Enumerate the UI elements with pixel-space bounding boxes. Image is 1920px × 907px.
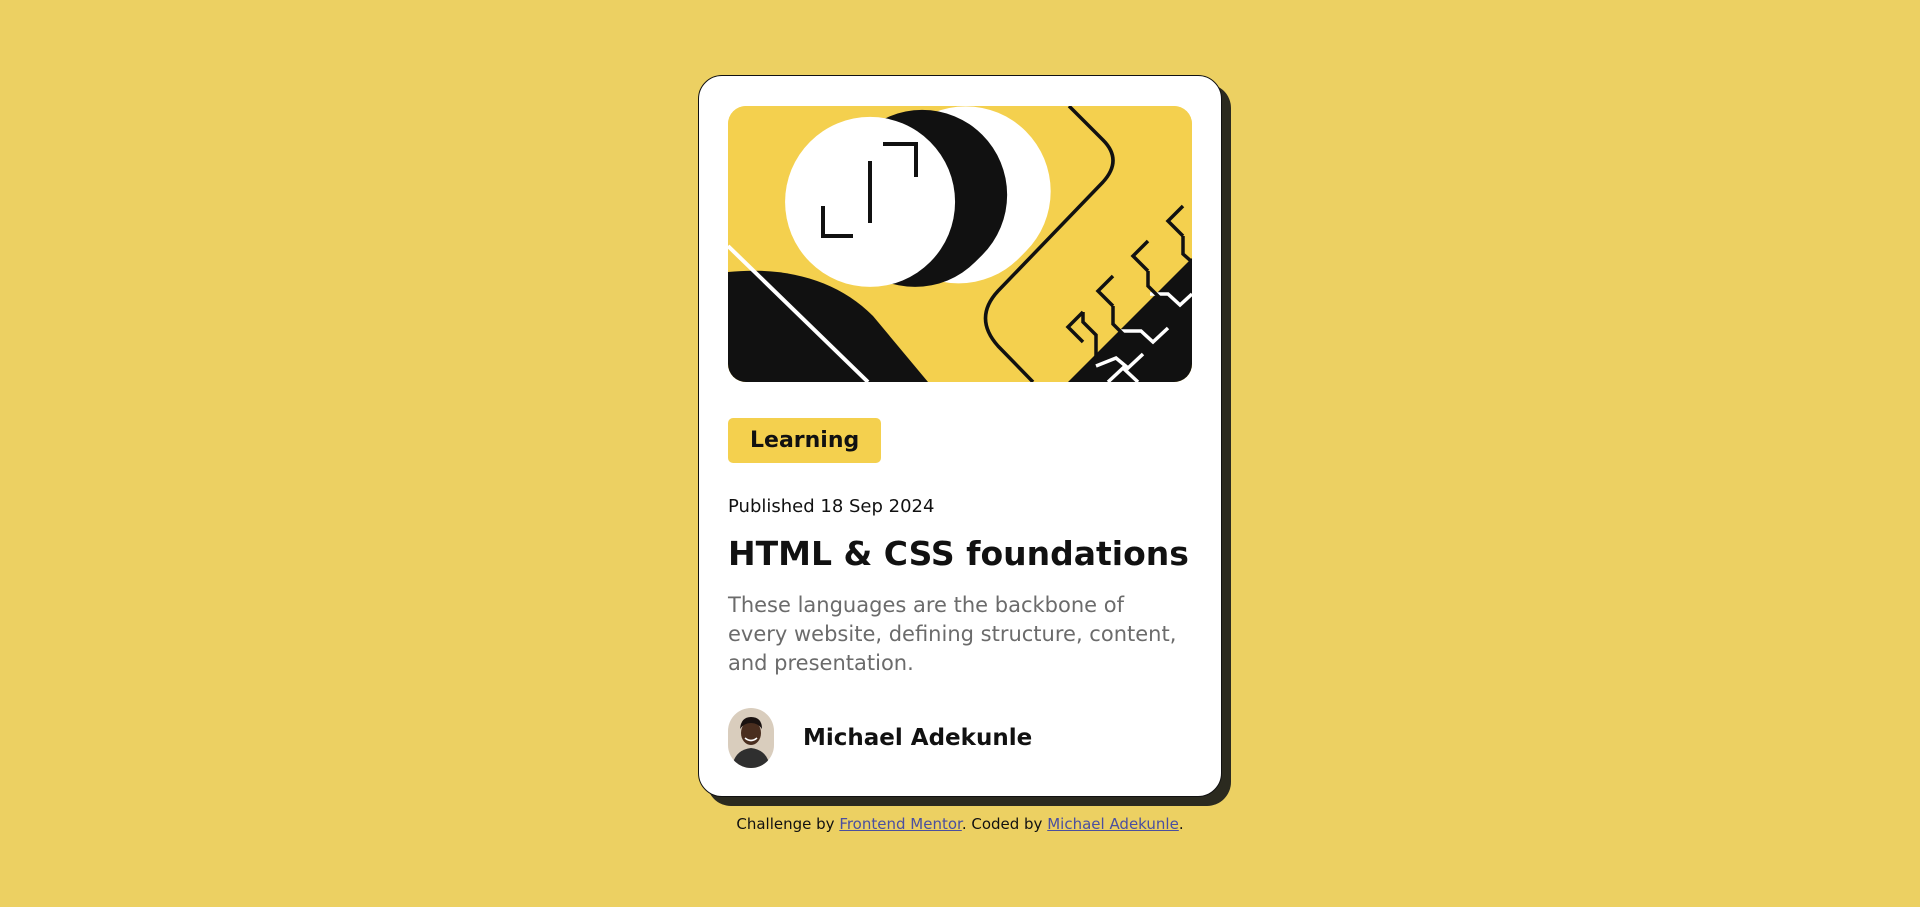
frontend-mentor-link[interactable]: Frontend Mentor bbox=[839, 815, 962, 833]
attribution: Challenge by Frontend Mentor. Coded by M… bbox=[0, 814, 1920, 834]
category-tag: Learning bbox=[728, 418, 882, 463]
author-photo-icon bbox=[728, 708, 774, 768]
author: Michael Adekunle bbox=[728, 708, 1032, 768]
author-name: Michael Adekunle bbox=[803, 725, 1033, 751]
avatar bbox=[728, 708, 774, 768]
hero-illustration-svg bbox=[728, 106, 1192, 382]
blog-card: Learning Published 18 Sep 2024 HTML & CS… bbox=[698, 75, 1222, 797]
card-description: These languages are the backbone of ever… bbox=[728, 593, 1177, 675]
hero-illustration bbox=[728, 106, 1192, 382]
published-date: Published 18 Sep 2024 bbox=[728, 496, 935, 517]
attribution-suffix: . bbox=[1178, 815, 1184, 833]
attribution-prefix: Challenge by bbox=[736, 815, 840, 833]
attribution-middle: . Coded by bbox=[961, 815, 1048, 833]
card-title[interactable]: HTML & CSS foundations bbox=[728, 532, 1189, 576]
coder-link[interactable]: Michael Adekunle bbox=[1047, 815, 1179, 833]
